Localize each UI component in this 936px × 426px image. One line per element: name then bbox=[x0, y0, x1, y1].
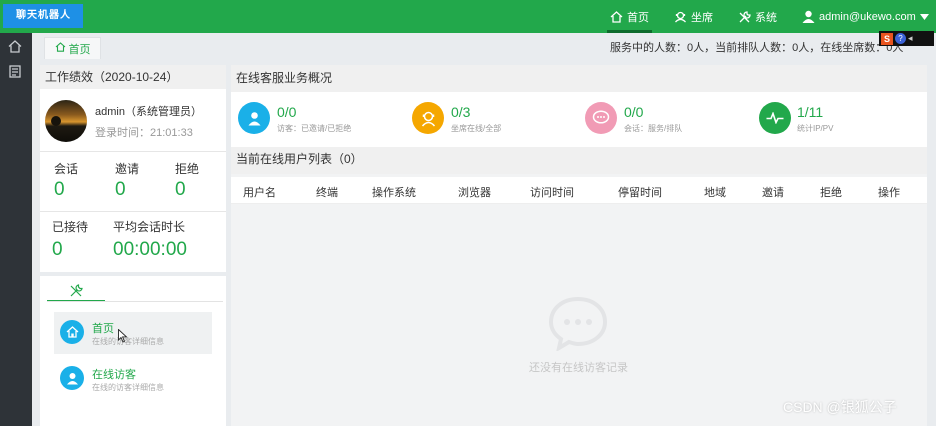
more-icon[interactable]: ◂ bbox=[908, 33, 913, 44]
column-header: 浏览器 bbox=[458, 187, 491, 199]
user-email: admin@ukewo.com bbox=[819, 10, 916, 23]
nav-system-label: 系统 bbox=[755, 11, 777, 24]
nav-agents-label: 坐席 bbox=[691, 11, 713, 24]
column-header: 终端 bbox=[316, 187, 338, 199]
avg-duration-label: 平均会话时长 bbox=[113, 220, 186, 234]
agent-icon bbox=[412, 102, 444, 134]
metric-label-invites: 邀请 bbox=[115, 162, 140, 176]
chevron-down-icon bbox=[919, 13, 929, 20]
service-overview-panel: 在线客服业务概况 0/0 访客：已邀请/已拒绝 0/3 坐席在线/全部 0/0 … bbox=[231, 65, 927, 147]
table-header: 用户名 终端 操作系统 浏览器 访问时间 停留时间 地域 邀请 拒绝 操作 bbox=[231, 177, 927, 204]
nav-agents[interactable]: 坐席 bbox=[674, 0, 713, 33]
menu-tab-tools[interactable] bbox=[47, 283, 105, 302]
quick-menu-panel: 首页 在线的访客详细信息 在线访客 在线的访客详细信息 bbox=[40, 276, 226, 426]
overview-visitors-desc: 访客：已邀请/已拒绝 bbox=[277, 124, 352, 133]
home-icon bbox=[8, 40, 22, 56]
waited-value: 0 bbox=[52, 239, 63, 260]
nav-home[interactable]: 首页 bbox=[607, 0, 652, 33]
waited-label: 已接待 bbox=[52, 220, 89, 234]
user-icon bbox=[60, 366, 84, 390]
metric-value-sessions: 0 bbox=[54, 179, 65, 200]
column-header: 访问时间 bbox=[530, 187, 574, 199]
avg-duration-value: 00:00:00 bbox=[113, 239, 187, 260]
help-icon[interactable]: ? bbox=[895, 33, 906, 44]
column-header: 用户名 bbox=[243, 187, 276, 199]
sogou-s-icon[interactable]: S bbox=[881, 32, 893, 45]
menu-item-online-visitors[interactable]: 在线访客 在线的访客详细信息 bbox=[54, 358, 212, 400]
nav-system[interactable]: 系统 bbox=[738, 0, 777, 33]
chat-icon bbox=[585, 102, 617, 134]
metric-value-rejects: 0 bbox=[175, 179, 186, 200]
performance-title: 工作绩效（2020-10-24） bbox=[40, 65, 226, 89]
home-icon bbox=[60, 320, 84, 344]
performance-panel: 工作绩效（2020-10-24） admin（系统管理员） 登录时间：21:01… bbox=[40, 65, 226, 272]
overview-stats-desc: 统计IP/PV bbox=[797, 124, 834, 133]
divider bbox=[40, 211, 226, 212]
metric-label-sessions: 会话 bbox=[54, 162, 79, 176]
id-card-icon bbox=[9, 65, 21, 81]
visitors-title: 当前在线用户列表（0） bbox=[231, 147, 927, 174]
tools-icon bbox=[738, 10, 751, 23]
sidebar-home-button[interactable] bbox=[7, 40, 23, 56]
left-icon-sidebar bbox=[0, 33, 32, 426]
menu-item-online-title: 在线访客 bbox=[92, 369, 136, 381]
home-icon bbox=[55, 42, 66, 55]
column-header: 操作 bbox=[878, 187, 900, 199]
empty-chat-icon bbox=[547, 295, 609, 353]
service-status-line: 服务中的人数：0人，当前排队人数：0人，在线坐席数：0人 bbox=[610, 42, 904, 54]
headset-icon bbox=[674, 11, 687, 23]
online-visitors-panel: 当前在线用户列表（0） 用户名 终端 操作系统 浏览器 访问时间 停留时间 地域… bbox=[231, 147, 927, 426]
tab-home-label: 首页 bbox=[68, 43, 91, 56]
visitor-icon bbox=[238, 102, 270, 134]
metric-label-rejects: 拒绝 bbox=[175, 162, 200, 176]
user-menu[interactable]: admin@ukewo.com bbox=[802, 0, 929, 33]
overview-agents-desc: 坐席在线/全部 bbox=[451, 124, 502, 133]
overview-stats-value: 1/11 bbox=[797, 104, 824, 120]
menu-item-home[interactable]: 首页 在线的访客详细信息 bbox=[54, 312, 212, 354]
divider bbox=[47, 301, 223, 302]
tools-icon bbox=[69, 283, 83, 300]
menu-item-online-desc: 在线的访客详细信息 bbox=[92, 383, 164, 392]
column-header: 邀请 bbox=[762, 187, 784, 199]
home-icon bbox=[610, 10, 623, 23]
user-name: admin（系统管理员） bbox=[95, 106, 202, 118]
column-header: 停留时间 bbox=[618, 187, 662, 199]
pulse-icon bbox=[759, 102, 791, 134]
overview-sessions-value: 0/0 bbox=[624, 104, 644, 120]
divider bbox=[40, 151, 226, 152]
top-navbar: 聊天机器人 首页 坐席 系统 admin@ukewo.com bbox=[0, 0, 936, 33]
tab-bar: 首页 服务中的人数：0人，当前排队人数：0人，在线坐席数：0人 bbox=[33, 33, 936, 60]
column-header: 地域 bbox=[704, 187, 726, 199]
login-time: 登录时间：21:01:33 bbox=[95, 127, 193, 139]
overview-agents-value: 0/3 bbox=[451, 104, 471, 120]
nav-home-label: 首页 bbox=[627, 11, 649, 24]
sidebar-card-button[interactable] bbox=[7, 65, 23, 81]
tab-home[interactable]: 首页 bbox=[44, 37, 101, 59]
menu-item-home-title: 首页 bbox=[92, 323, 114, 335]
empty-state-text: 还没有在线访客记录 bbox=[529, 362, 628, 374]
watermark: CSDN @银狐公子 bbox=[783, 399, 897, 415]
column-header: 操作系统 bbox=[372, 187, 416, 199]
ime-toolbar[interactable]: S ? ◂ bbox=[879, 31, 934, 46]
menu-item-home-desc: 在线的访客详细信息 bbox=[92, 337, 164, 346]
overview-sessions-desc: 会话：服务/排队 bbox=[624, 124, 683, 133]
overview-title: 在线客服业务概况 bbox=[231, 65, 927, 92]
metric-value-invites: 0 bbox=[115, 179, 126, 200]
overview-visitors-value: 0/0 bbox=[277, 104, 297, 120]
mouse-pointer-icon bbox=[118, 328, 128, 343]
app-logo[interactable]: 聊天机器人 bbox=[3, 4, 83, 28]
user-icon bbox=[802, 10, 815, 23]
column-header: 拒绝 bbox=[820, 187, 842, 199]
avatar bbox=[45, 100, 87, 142]
